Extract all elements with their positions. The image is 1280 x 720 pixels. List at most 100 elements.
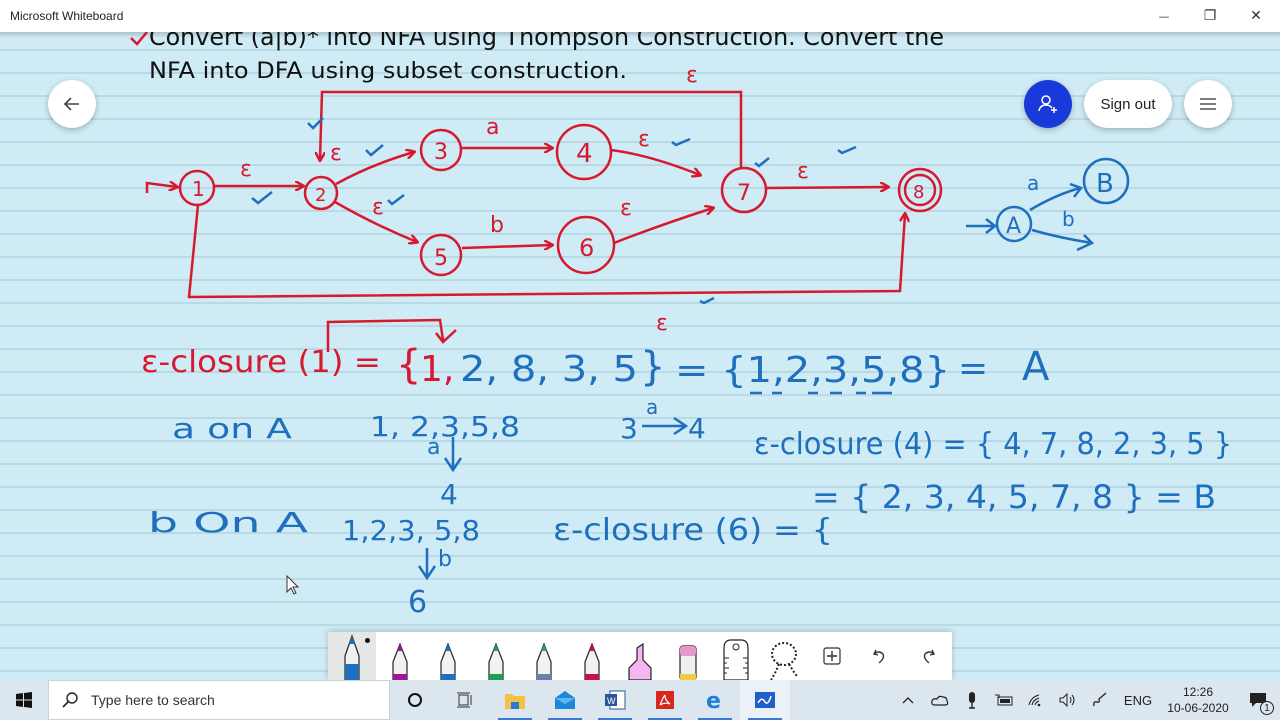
- wifi-icon: [1028, 694, 1041, 707]
- pen-tool-magenta[interactable]: [376, 632, 424, 680]
- eps-label-7-2: ε: [330, 141, 342, 166]
- verification-ticks: [251, 117, 857, 305]
- eps-label-4-7: ε: [638, 127, 650, 152]
- eps-label-loop: ε: [686, 63, 698, 88]
- pen-workspace-icon: [1093, 692, 1107, 707]
- lasso-icon: [770, 642, 798, 680]
- eps-label-bypass: ε: [656, 311, 668, 336]
- eraser-icon: [679, 645, 697, 680]
- b-on-A-label: b On A: [148, 506, 308, 539]
- plus-square-icon: [823, 647, 841, 665]
- state-label-7: 7: [737, 181, 751, 206]
- dfa-label-A: A: [1006, 214, 1021, 239]
- state-label-3: 3: [434, 140, 448, 165]
- sign-out-button[interactable]: Sign out: [1084, 80, 1172, 128]
- inking-toolbar: [328, 632, 952, 680]
- pen-tool-blue[interactable]: [424, 632, 472, 680]
- onedrive-button[interactable]: [924, 680, 956, 720]
- whiteboard-canvas[interactable]: Convert (a|b)* into NFA using Thompson C…: [0, 32, 1280, 680]
- ruler-tool[interactable]: [712, 632, 760, 680]
- pen-tool-blue-active[interactable]: [328, 632, 376, 680]
- eraser-tool[interactable]: [664, 632, 712, 680]
- language-button[interactable]: ENG: [1116, 680, 1160, 720]
- undo-icon: [872, 649, 885, 664]
- task-view-button[interactable]: [440, 680, 490, 720]
- pen-tool-red[interactable]: [568, 632, 616, 680]
- pen-tool-green[interactable]: [472, 632, 520, 680]
- clock-date: 10-06-2020: [1167, 701, 1229, 715]
- redo-button[interactable]: [904, 632, 952, 680]
- invite-button[interactable]: [1024, 80, 1072, 128]
- back-button[interactable]: [48, 80, 96, 128]
- state-label-5: 5: [434, 246, 448, 271]
- cortana-icon: [408, 693, 422, 707]
- dfa-edge-label-a: a: [1027, 171, 1039, 195]
- file-explorer-app[interactable]: [490, 680, 540, 720]
- mail-app[interactable]: [540, 680, 590, 720]
- check-mark-icon: [130, 32, 148, 46]
- start-arrow: [145, 183, 177, 193]
- state-label-2: 2: [315, 185, 326, 206]
- add-content-button[interactable]: [808, 632, 856, 680]
- eclosure4-line1: ε-closure (4) = { 4, 7, 8, 2, 3, 5 }: [754, 427, 1232, 462]
- whiteboard-app[interactable]: [740, 680, 790, 720]
- cortana-button[interactable]: [390, 680, 440, 720]
- restore-button[interactable]: ❐: [1187, 0, 1233, 32]
- b-on-A-arrow: [417, 548, 437, 581]
- hamburger-menu-icon: [1200, 98, 1216, 110]
- taskbar: Type here to search W e ENG 12:26 10-06-…: [0, 680, 1280, 720]
- a-on-A-arrow-label: a: [427, 435, 440, 460]
- whiteboard-icon: [755, 692, 775, 708]
- microphone-button[interactable]: [956, 680, 988, 720]
- pen-icon: [536, 642, 552, 680]
- eclosure1-name-A: A: [1022, 344, 1050, 390]
- dfa-edge-A-b: [1031, 228, 1095, 252]
- question-line-2: NFA into DFA using subset construction.: [149, 59, 627, 84]
- eclosure1-lhs: ε-closure (1) =: [141, 345, 381, 380]
- battery-button[interactable]: [988, 680, 1020, 720]
- system-tray: ENG 12:26 10-06-2020 1: [892, 680, 1280, 720]
- taskbar-search-box[interactable]: Type here to search: [48, 680, 390, 720]
- wifi-button[interactable]: [1020, 680, 1052, 720]
- eps-label-7-8: ε: [797, 159, 809, 184]
- b-on-A-set: 1,2,3, 5,8: [342, 514, 480, 547]
- eclosure1-first: 1,: [420, 349, 454, 390]
- eclosure1-open-brace: {: [396, 342, 421, 388]
- highlighter-icon: [628, 642, 652, 680]
- search-placeholder: Type here to search: [91, 692, 215, 708]
- state-label-6: 6: [579, 234, 594, 262]
- pen-workspace-button[interactable]: [1084, 680, 1116, 720]
- dfa-label-B: B: [1096, 169, 1114, 199]
- eps-label-2-5: ε: [372, 195, 384, 220]
- menu-button[interactable]: [1184, 80, 1232, 128]
- b-label-5-6: b: [490, 213, 504, 238]
- eclosure6-line: ε-closure (6) = {: [553, 513, 833, 548]
- show-hidden-icons-button[interactable]: [892, 680, 924, 720]
- dfa-start-arrow: [966, 218, 998, 234]
- volume-button[interactable]: [1052, 680, 1084, 720]
- pen-icon: [440, 642, 456, 680]
- action-center-button[interactable]: 1: [1236, 680, 1280, 720]
- start-button[interactable]: [0, 680, 48, 720]
- edge-7-8: [765, 187, 888, 188]
- word-app[interactable]: W: [590, 680, 640, 720]
- title-bar: Microsoft Whiteboard — ❐ ✕: [0, 0, 1280, 32]
- mail-icon: [555, 691, 575, 709]
- minimize-button[interactable]: —: [1141, 0, 1187, 32]
- sign-out-label: Sign out: [1100, 95, 1156, 113]
- acrobat-app[interactable]: [640, 680, 690, 720]
- lasso-select-tool[interactable]: [760, 632, 808, 680]
- folder-icon: [505, 694, 525, 709]
- edge-app[interactable]: e: [690, 680, 740, 720]
- undo-button[interactable]: [856, 632, 904, 680]
- pen-tool-galaxy[interactable]: [520, 632, 568, 680]
- pen-icon: [344, 634, 360, 680]
- minimize-icon: —: [1158, 9, 1170, 23]
- close-button[interactable]: ✕: [1233, 0, 1279, 32]
- clock[interactable]: 12:26 10-06-2020: [1160, 684, 1236, 716]
- chevron-up-icon: [902, 697, 914, 704]
- speaker-icon: [1059, 693, 1075, 707]
- edge-1-8-bypass: [187, 204, 905, 299]
- ink-layer: Convert (a|b)* into NFA using Thompson C…: [130, 32, 1232, 620]
- highlighter-tool[interactable]: [616, 632, 664, 680]
